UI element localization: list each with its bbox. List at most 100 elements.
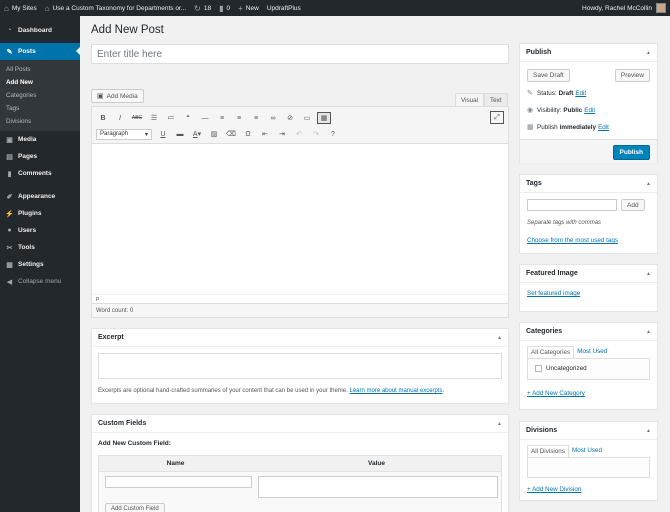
account-menu[interactable]: Howdy, Rachel McCollin <box>578 0 670 16</box>
add-media-button[interactable]: ▣ Add Media <box>91 89 144 103</box>
italic-icon[interactable]: I <box>113 112 127 124</box>
toggle-arrow-icon[interactable]: ▲ <box>497 421 502 427</box>
blockquote-icon[interactable]: “ <box>181 112 195 124</box>
updates-menu[interactable]: ↻ 18 <box>190 0 215 16</box>
submenu-add-new[interactable]: Add New <box>0 76 80 89</box>
justify-icon[interactable]: ▬ <box>173 128 187 140</box>
paste-as-text-icon[interactable]: ▨ <box>207 128 221 140</box>
collapse-menu-button[interactable]: ◀ Collapse menu <box>0 273 80 290</box>
pages-icon: ▤ <box>6 153 13 161</box>
toggle-arrow-icon[interactable]: ▲ <box>646 181 651 187</box>
redo-icon[interactable]: ↷ <box>309 128 323 140</box>
excerpt-header[interactable]: Excerpt ▲ <box>92 329 508 347</box>
submenu-divisions[interactable]: Divisions <box>0 115 80 128</box>
edit-status-link[interactable]: Edit <box>575 90 586 97</box>
undo-icon[interactable]: ↶ <box>292 128 306 140</box>
strikethrough-icon[interactable]: ABC <box>130 112 144 124</box>
add-custom-field-button[interactable]: Add Custom Field <box>105 503 165 512</box>
new-tag-input[interactable] <box>527 199 617 211</box>
special-character-icon[interactable]: Ω <box>241 128 255 140</box>
divisions-header[interactable]: Divisions ▲ <box>520 422 657 440</box>
fullscreen-icon[interactable]: ⤢ <box>490 111 504 124</box>
pushpin-icon: ✎ <box>6 48 13 56</box>
toggle-arrow-icon[interactable]: ▲ <box>646 271 651 277</box>
indent-icon[interactable]: ⇥ <box>275 128 289 140</box>
excerpt-help-label: Excerpts are optional hand-crafted summa… <box>98 388 348 394</box>
submenu-tags[interactable]: Tags <box>0 102 80 115</box>
edit-publish-time-link[interactable]: Edit <box>598 124 609 131</box>
align-left-icon[interactable]: ≡ <box>215 112 229 124</box>
sidebar-item-media[interactable]: ▣ Media <box>0 131 80 148</box>
updraftplus-menu[interactable]: UpdraftPlus <box>263 0 305 16</box>
categories-header[interactable]: Categories ▲ <box>520 323 657 341</box>
toggle-arrow-icon[interactable]: ▲ <box>646 50 651 56</box>
sidebar-item-posts[interactable]: ✎ Posts <box>0 43 80 60</box>
insert-link-icon[interactable]: ∞ <box>266 112 280 124</box>
most-used-tags-link[interactable]: Choose from the most used tags <box>527 237 618 244</box>
categories-title: Categories <box>526 328 563 335</box>
excerpt-textarea[interactable] <box>98 353 502 379</box>
submenu-categories[interactable]: Categories <box>0 89 80 102</box>
add-new-category-link[interactable]: + Add New Category <box>527 390 585 397</box>
toggle-arrow-icon[interactable]: ▲ <box>646 329 651 335</box>
tab-most-used-divisions[interactable]: Most Used <box>569 445 605 457</box>
align-right-icon[interactable]: ≡ <box>249 112 263 124</box>
text-color-icon[interactable]: A ▾ <box>190 128 204 140</box>
tab-all-categories[interactable]: All Categories <box>527 346 575 358</box>
tab-text[interactable]: Text <box>484 93 508 106</box>
tab-all-divisions[interactable]: All Divisions <box>527 445 569 457</box>
add-new-division-link[interactable]: + Add New Division <box>527 486 581 493</box>
paragraph-format-select[interactable]: Paragraph ▾ <box>96 128 152 140</box>
sidebar-item-appearance[interactable]: ✐ Appearance <box>0 188 80 205</box>
horizontal-line-icon[interactable]: — <box>198 112 212 124</box>
clear-formatting-icon[interactable]: ⌫ <box>224 128 238 140</box>
save-draft-button[interactable]: Save Draft <box>527 69 570 82</box>
custom-field-name-input[interactable] <box>105 476 252 488</box>
category-checkbox[interactable] <box>535 365 542 372</box>
tags-header[interactable]: Tags ▲ <box>520 175 657 193</box>
format-select-value: Paragraph <box>100 131 129 137</box>
my-sites-menu[interactable]: ⌂ My Sites <box>0 0 41 16</box>
publish-button[interactable]: Publish <box>612 145 650 160</box>
post-title-input[interactable] <box>91 44 509 64</box>
read-more-icon[interactable]: ▭ <box>300 112 314 124</box>
sidebar-item-tools[interactable]: ✂ Tools <box>0 239 80 256</box>
excerpt-learn-more-link[interactable]: Learn more about manual excerpts <box>349 388 442 394</box>
set-featured-image-link[interactable]: Set featured image <box>527 290 580 297</box>
edit-visibility-link[interactable]: Edit <box>584 107 595 114</box>
new-content-menu[interactable]: + New <box>234 0 263 16</box>
dashboard-icon: ◔ <box>7 27 12 34</box>
toggle-arrow-icon[interactable]: ▲ <box>497 335 502 341</box>
sidebar-item-pages[interactable]: ▤ Pages <box>0 148 80 165</box>
add-tag-button[interactable]: Add <box>621 199 645 211</box>
bulleted-list-icon[interactable]: ☰ <box>147 112 161 124</box>
align-center-icon[interactable]: ≡ <box>232 112 246 124</box>
sidebar-item-comments[interactable]: ▮ Comments <box>0 165 80 182</box>
preview-button[interactable]: Preview <box>614 69 650 82</box>
site-name-menu[interactable]: ⌂ Use a Custom Taxonomy for Departments … <box>41 0 190 16</box>
comments-menu[interactable]: ▮ 0 <box>215 0 234 16</box>
tab-visual[interactable]: Visual <box>455 93 485 106</box>
numbered-list-icon[interactable]: ≔ <box>164 112 178 124</box>
underline-icon[interactable]: U <box>156 128 170 140</box>
divisions-metabox: Divisions ▲ All Divisions Most Used + Ad… <box>519 421 658 501</box>
custom-fields-header[interactable]: Custom Fields ▲ <box>92 415 508 433</box>
publish-header[interactable]: Publish ▲ <box>520 44 657 62</box>
toggle-arrow-icon[interactable]: ▲ <box>646 428 651 434</box>
sidebar-item-settings[interactable]: ▦ Settings <box>0 256 80 273</box>
sidebar-item-users[interactable]: ● Users <box>0 222 80 239</box>
sidebar-item-dashboard[interactable]: ◔ Dashboard <box>0 22 80 39</box>
editor-content-area[interactable] <box>92 144 508 294</box>
outdent-icon[interactable]: ⇤ <box>258 128 272 140</box>
sidebar-item-plugins[interactable]: ⚡ Plugins <box>0 205 80 222</box>
content-editor: B I ABC ☰ ≔ “ — ≡ ≡ ≡ ∞ ⊘ ▭ ▦ Paragraph … <box>91 106 509 318</box>
tab-most-used-categories[interactable]: Most Used <box>574 346 610 358</box>
custom-field-value-input[interactable] <box>258 476 498 498</box>
submenu-all-posts[interactable]: All Posts <box>0 63 80 76</box>
category-item[interactable]: Uncategorized <box>535 365 587 372</box>
help-icon[interactable]: ? <box>326 128 340 140</box>
toolbar-toggle-icon[interactable]: ▦ <box>317 112 331 124</box>
featured-image-header[interactable]: Featured Image ▲ <box>520 265 657 283</box>
unlink-icon[interactable]: ⊘ <box>283 112 297 124</box>
bold-icon[interactable]: B <box>96 112 110 124</box>
